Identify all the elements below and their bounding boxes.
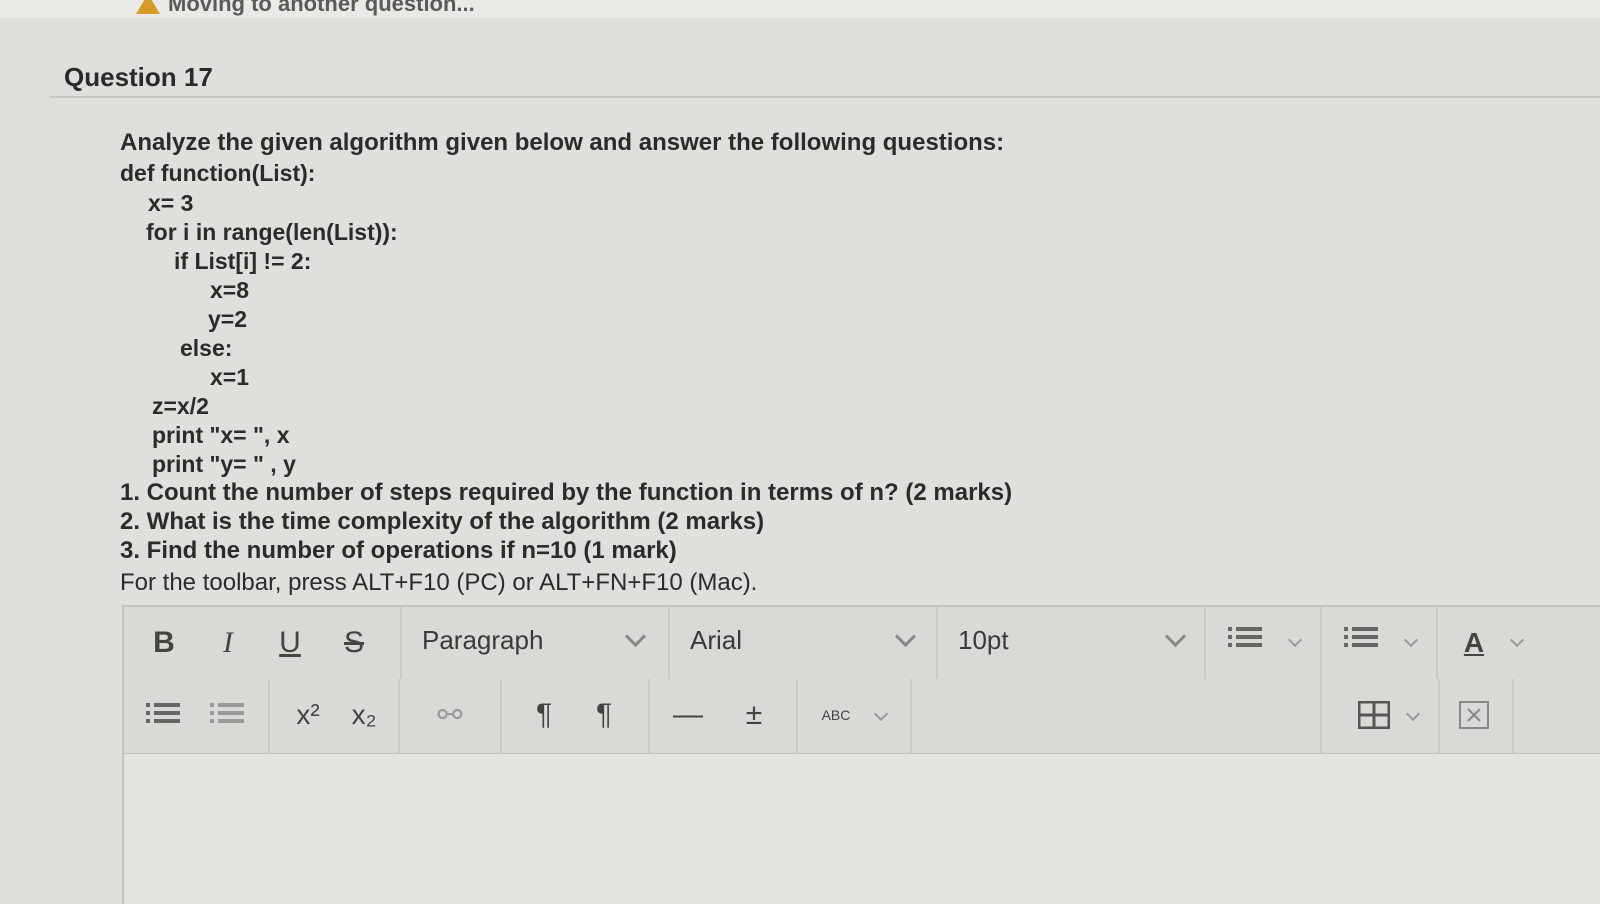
warning-icon	[136, 0, 160, 14]
bold-button[interactable]: B	[144, 621, 184, 665]
chevron-down-icon	[1403, 632, 1419, 648]
chevron-down-icon	[624, 625, 647, 648]
font-color-button[interactable]: A	[1454, 621, 1494, 665]
question-title: Question 17	[64, 62, 213, 92]
question-intro: Analyze the given algorithm given below …	[120, 129, 1005, 156]
code-line: x=1	[210, 364, 250, 390]
bullet-list-group[interactable]	[1204, 607, 1322, 679]
unlink-icon[interactable]: ⚯	[428, 693, 472, 737]
outdent-icon[interactable]	[210, 699, 244, 723]
chevron-down-icon	[1509, 632, 1525, 648]
chevron-down-icon	[1164, 625, 1187, 648]
code-line: if List[i] != 2:	[174, 248, 312, 274]
strikethrough-button[interactable]: S	[334, 621, 374, 665]
spellcheck-group[interactable]: ABC	[796, 679, 912, 753]
horizontal-line-button[interactable]: —	[666, 693, 710, 737]
code-line: x= 3	[148, 190, 194, 216]
chevron-down-icon	[1405, 706, 1421, 722]
chevron-down-icon	[894, 625, 917, 648]
italic-button[interactable]: I	[208, 621, 248, 665]
spellcheck-label: ABC	[821, 707, 851, 723]
editor-text-area[interactable]	[124, 754, 1600, 904]
toolbar-row-2: x² x₂ ⚯ ¶ ¶ — ± ABC ✔ ¶ ❞ Ω ☺	[124, 679, 1600, 806]
question-item: 3. Find the number of operations if n=10…	[120, 537, 677, 564]
spellcheck-icon: ABC	[814, 693, 858, 737]
numbered-list-group[interactable]	[1320, 607, 1438, 679]
question-item: 2. What is the time complexity of the al…	[120, 508, 765, 535]
question-header: Question 17	[50, 52, 1600, 98]
code-line: def function(List):	[120, 160, 316, 186]
code-line: x=8	[210, 277, 250, 303]
chevron-down-icon	[1287, 632, 1303, 648]
table-icon	[1352, 693, 1396, 737]
subscript-button[interactable]: x₂	[342, 693, 386, 737]
underline-button[interactable]: U	[270, 621, 310, 665]
code-line: for i in range(len(List)):	[146, 219, 398, 245]
code-line: z=x/2	[152, 393, 209, 419]
indent-icon[interactable]	[146, 699, 180, 723]
chevron-down-icon	[873, 706, 889, 722]
paragraph-dropdown[interactable]: Paragraph	[400, 607, 670, 679]
ltr-button[interactable]: ¶	[522, 693, 566, 737]
font-dropdown[interactable]: Arial	[668, 607, 938, 679]
code-line: print "y= " , y	[152, 451, 296, 477]
font-size-dropdown[interactable]: 10pt	[936, 607, 1206, 679]
numbered-list-icon	[1344, 623, 1378, 647]
font-size-dropdown-label: 10pt	[958, 625, 1009, 655]
code-line: else:	[180, 335, 233, 361]
notification-strip: Moving to another question...	[0, 0, 1600, 18]
bullet-list-icon	[1228, 623, 1262, 647]
plus-minus-button[interactable]: ±	[732, 693, 776, 737]
question-item: 1. Count the number of steps required by…	[120, 479, 1013, 506]
toolbar-hint: For the toolbar, press ALT+F10 (PC) or A…	[120, 569, 758, 596]
indent-group	[124, 679, 270, 753]
code-line: print "x= ", x	[152, 422, 290, 448]
format-group: B I U S	[124, 607, 402, 679]
table-group[interactable]	[1320, 679, 1440, 753]
delete-table-group[interactable]	[1436, 679, 1514, 753]
script-group: x² x₂	[268, 679, 400, 753]
insert-group: — ±	[648, 679, 798, 753]
notification-text: Moving to another question...	[168, 0, 475, 16]
font-color-group[interactable]: A	[1436, 607, 1536, 679]
direction-group: ¶ ¶	[500, 679, 650, 753]
rich-text-editor: B I U S Paragraph Arial 10pt A x² x₂ ⚯ ¶…	[122, 605, 1600, 904]
code-line: y=2	[208, 306, 248, 332]
toolbar-row-1: B I U S Paragraph Arial 10pt A	[124, 607, 1600, 680]
delete-table-icon	[1452, 693, 1496, 737]
link-group: ⚯	[398, 679, 502, 753]
rtl-button[interactable]: ¶	[582, 693, 626, 737]
superscript-button[interactable]: x²	[286, 693, 330, 737]
paragraph-dropdown-label: Paragraph	[422, 625, 544, 655]
font-dropdown-label: Arial	[690, 625, 743, 655]
